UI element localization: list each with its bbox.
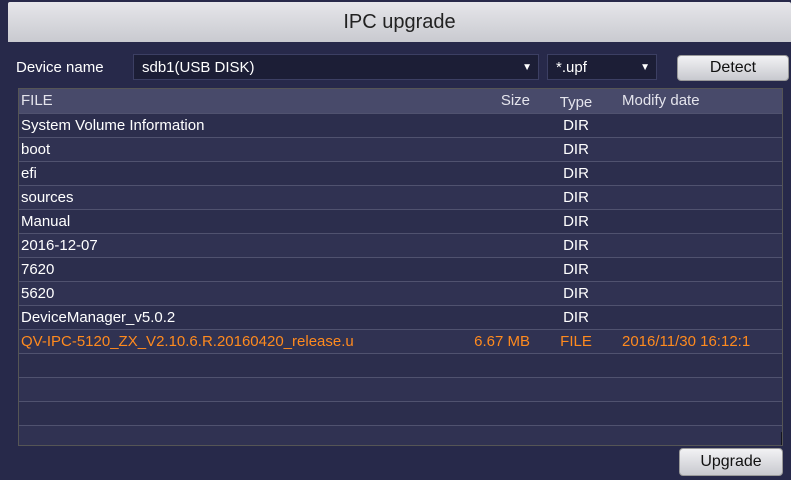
- file-date-cell: 2016/11/30 16:12:1: [622, 333, 751, 350]
- file-name-cell: QV-IPC-5120_ZX_V2.10.6.R.20160420_releas…: [21, 333, 354, 350]
- file-name-cell: efi: [21, 165, 37, 182]
- file-type-cell: DIR: [563, 213, 589, 230]
- device-name-label: Device name: [16, 59, 104, 76]
- file-name-cell: 5620: [21, 285, 55, 302]
- file-type-cell: DIR: [563, 237, 589, 254]
- ipc-upgrade-window: IPC upgrade Device name sdb1(USB DISK) ▼…: [0, 0, 791, 480]
- table-row[interactable]: [19, 353, 782, 377]
- chevron-down-icon: ▼: [640, 62, 650, 73]
- table-header: FILE Size Type Modify date: [19, 89, 782, 113]
- table-row[interactable]: 7620 DIR: [19, 257, 782, 281]
- chevron-down-icon: ▼: [522, 62, 532, 73]
- file-type-cell: DIR: [563, 309, 589, 326]
- file-name-cell: boot: [21, 141, 51, 158]
- table-row[interactable]: efi DIR: [19, 161, 782, 185]
- table-row[interactable]: boot DIR: [19, 137, 782, 161]
- file-size-cell: 6.67 MB: [474, 333, 530, 350]
- file-type-cell: DIR: [563, 165, 589, 182]
- file-filter-value: *.upf: [556, 59, 587, 76]
- table-row[interactable]: System Volume Information DIR: [19, 113, 782, 137]
- device-name-value: sdb1(USB DISK): [142, 59, 255, 76]
- file-type-cell: DIR: [563, 141, 589, 158]
- window-title: IPC upgrade: [8, 2, 791, 42]
- file-type-cell: DIR: [563, 261, 589, 278]
- table-row[interactable]: Manual DIR: [19, 209, 782, 233]
- file-type-cell: DIR: [563, 189, 589, 206]
- mouse-cursor-icon: [781, 432, 782, 445]
- table-row[interactable]: DeviceManager_v5.0.2 DIR: [19, 305, 782, 329]
- file-name-cell: 7620: [21, 261, 55, 278]
- table-row[interactable]: 5620 DIR: [19, 281, 782, 305]
- table-row[interactable]: sources DIR: [19, 185, 782, 209]
- device-name-select[interactable]: sdb1(USB DISK) ▼: [133, 54, 539, 80]
- column-header-type[interactable]: Type: [557, 94, 595, 111]
- table-row[interactable]: [19, 425, 782, 445]
- file-type-cell: FILE: [560, 333, 592, 350]
- file-type-cell: DIR: [563, 117, 589, 134]
- toolbar: Device name sdb1(USB DISK) ▼ *.upf ▼ Det…: [8, 50, 791, 84]
- file-name-cell: 2016-12-07: [21, 237, 98, 254]
- table-row[interactable]: QV-IPC-5120_ZX_V2.10.6.R.20160420_releas…: [19, 329, 782, 353]
- file-name-cell: sources: [21, 189, 74, 206]
- file-filter-select[interactable]: *.upf ▼: [547, 54, 657, 80]
- file-name-cell: System Volume Information: [21, 117, 205, 134]
- table-body: System Volume Information DIR boot DIR efi DI…: [19, 113, 782, 445]
- file-name-cell: DeviceManager_v5.0.2: [21, 309, 176, 326]
- column-header-modify-date[interactable]: Modify date: [622, 92, 700, 109]
- file-type-cell: DIR: [563, 285, 589, 302]
- column-header-file[interactable]: FILE: [21, 92, 53, 109]
- table-row[interactable]: 2016-12-07 DIR: [19, 233, 782, 257]
- file-table: FILE Size Type Modify date System Volume…: [18, 88, 783, 446]
- upgrade-button[interactable]: Upgrade: [679, 448, 783, 476]
- column-header-size[interactable]: Size: [501, 92, 530, 109]
- detect-button[interactable]: Detect: [677, 55, 789, 81]
- file-name-cell: Manual: [21, 213, 71, 230]
- table-row[interactable]: [19, 401, 782, 425]
- table-row[interactable]: [19, 377, 782, 401]
